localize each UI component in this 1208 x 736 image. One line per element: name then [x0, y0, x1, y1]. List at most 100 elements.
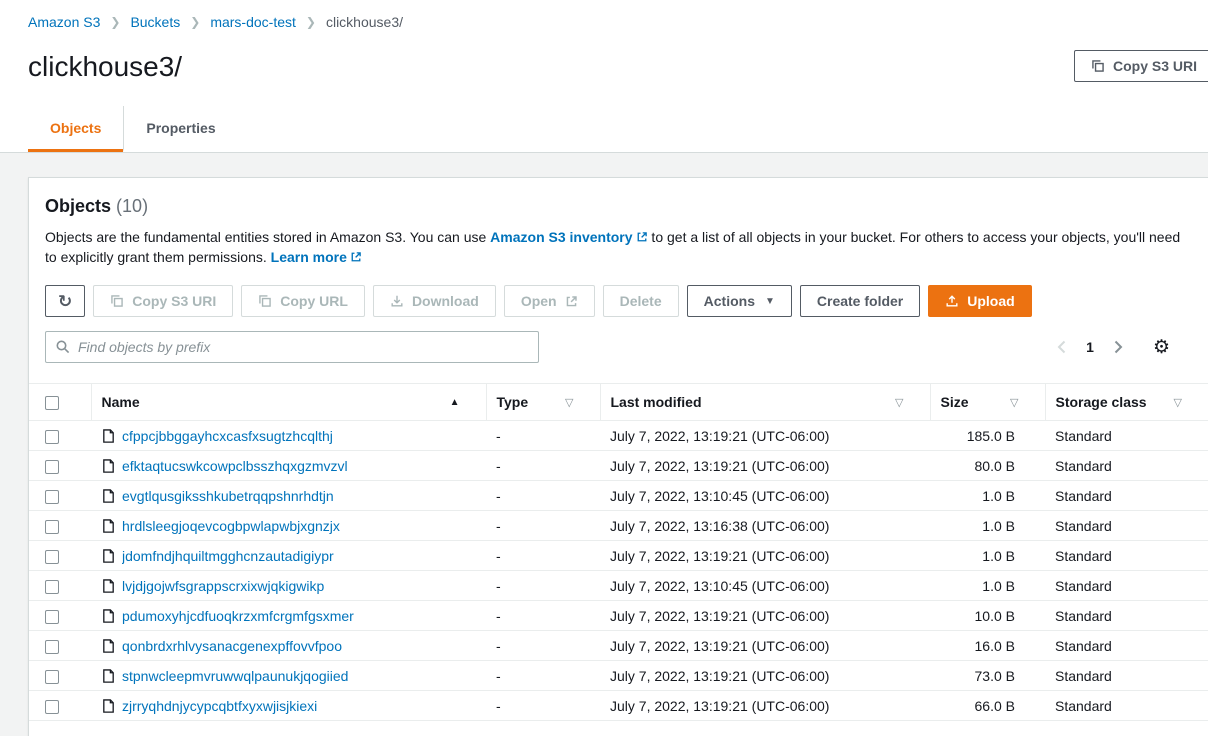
copy-url-button[interactable]: Copy URL	[241, 285, 365, 317]
object-name-link[interactable]: efktaqtucswkcowpclbsszhqxgzmvzvl	[122, 458, 348, 474]
object-storage-class: Standard	[1045, 661, 1208, 691]
copy-icon	[1091, 59, 1105, 73]
tab-properties[interactable]: Properties	[123, 106, 237, 152]
object-name-link[interactable]: pdumoxyhjcdfuoqkrzxmfcrgmfgsxmer	[122, 608, 354, 624]
row-checkbox[interactable]	[45, 460, 59, 474]
amazon-s3-inventory-link[interactable]: Amazon S3 inventory	[490, 229, 647, 245]
objects-count: (10)	[116, 196, 148, 216]
object-storage-class: Standard	[1045, 541, 1208, 571]
create-folder-button[interactable]: Create folder	[800, 285, 920, 317]
file-icon	[101, 638, 116, 654]
sort-icon: ▽	[1174, 396, 1182, 409]
next-page-button[interactable]	[1112, 338, 1125, 356]
file-icon	[101, 548, 116, 564]
column-header-last-modified[interactable]: Last modified▽	[600, 384, 930, 421]
tab-objects[interactable]: Objects	[28, 106, 123, 152]
learn-more-link[interactable]: Learn more	[271, 249, 362, 265]
breadcrumb-current: clickhouse3/	[326, 14, 403, 30]
object-last-modified: July 7, 2022, 13:19:21 (UTC-06:00)	[600, 451, 930, 481]
select-all-checkbox[interactable]	[45, 396, 59, 410]
table-row: pdumoxyhjcdfuoqkrzxmfcrgmfgsxmer - July …	[29, 601, 1208, 631]
content-area: Objects (10) Objects are the fundamental…	[0, 153, 1208, 736]
object-storage-class: Standard	[1045, 451, 1208, 481]
chevron-right-icon: ❯	[306, 15, 316, 29]
column-header-size[interactable]: Size▽	[930, 384, 1045, 421]
column-header-type[interactable]: Type▽	[486, 384, 600, 421]
object-name-link[interactable]: cfppcjbbggayhcxcasfxsugtzhcqlthj	[122, 428, 333, 444]
copy-icon	[258, 294, 272, 308]
file-icon	[101, 578, 116, 594]
row-checkbox[interactable]	[45, 640, 59, 654]
file-icon	[101, 518, 116, 534]
pagination: 1 ⚙	[1055, 336, 1192, 359]
object-storage-class: Standard	[1045, 511, 1208, 541]
objects-table: Name▲ Type▽ Last modified▽ Size▽ Storage…	[29, 383, 1208, 721]
previous-page-button[interactable]	[1055, 338, 1068, 356]
table-row: qonbrdxrhlvysanacgenexpffovvfpoo - July …	[29, 631, 1208, 661]
object-name-link[interactable]: lvjdjgojwfsgrappscrxixwjqkigwikp	[122, 578, 324, 594]
column-header-storage-class[interactable]: Storage class▽	[1045, 384, 1208, 421]
external-link-icon	[636, 231, 648, 243]
object-type: -	[486, 541, 600, 571]
object-size: 1.0 B	[930, 571, 1045, 601]
download-button[interactable]: Download	[373, 285, 496, 317]
object-name-link[interactable]: qonbrdxrhlvysanacgenexpffovvfpoo	[122, 638, 342, 654]
refresh-button[interactable]: ↻	[45, 285, 85, 317]
row-checkbox[interactable]	[45, 550, 59, 564]
object-type: -	[486, 481, 600, 511]
object-type: -	[486, 661, 600, 691]
object-last-modified: July 7, 2022, 13:10:45 (UTC-06:00)	[600, 571, 930, 601]
object-name-link[interactable]: hrdlsleegjoqevcogbpwlapwbjxgnzjx	[122, 518, 340, 534]
table-row: cfppcjbbggayhcxcasfxsugtzhcqlthj - July …	[29, 421, 1208, 451]
table-header-row: Name▲ Type▽ Last modified▽ Size▽ Storage…	[29, 384, 1208, 421]
object-size: 1.0 B	[930, 481, 1045, 511]
breadcrumb-buckets[interactable]: Buckets	[130, 14, 180, 30]
object-name-link[interactable]: zjrryqhdnjycypcqbtfxyxwjisjkiexi	[122, 698, 317, 714]
copy-s3-uri-button[interactable]: Copy S3 URI	[93, 285, 233, 317]
row-checkbox[interactable]	[45, 580, 59, 594]
file-icon	[101, 488, 116, 504]
copy-icon	[110, 294, 124, 308]
object-name-link[interactable]: evgtlqusgiksshkubetrqqpshnrhdtjn	[122, 488, 334, 504]
table-row: jdomfndjhquiltmgghcnzautadigiypr - July …	[29, 541, 1208, 571]
objects-heading: Objects (10)	[45, 196, 1192, 217]
breadcrumb-amazon-s3[interactable]: Amazon S3	[28, 14, 100, 30]
breadcrumb: Amazon S3 ❯ Buckets ❯ mars-doc-test ❯ cl…	[0, 0, 1208, 30]
copy-s3-uri-header-button[interactable]: Copy S3 URI	[1074, 50, 1208, 82]
row-checkbox[interactable]	[45, 700, 59, 714]
objects-table-body: cfppcjbbggayhcxcasfxsugtzhcqlthj - July …	[29, 421, 1208, 721]
object-storage-class: Standard	[1045, 571, 1208, 601]
object-name-link[interactable]: stpnwcleepmvruwwqlpaunukjqogiied	[122, 668, 348, 684]
open-button[interactable]: Open	[504, 285, 595, 317]
object-size: 1.0 B	[930, 541, 1045, 571]
object-name-link[interactable]: jdomfndjhquiltmgghcnzautadigiypr	[122, 548, 334, 564]
upload-button[interactable]: Upload	[928, 285, 1031, 317]
table-row: lvjdjgojwfsgrappscrxixwjqkigwikp - July …	[29, 571, 1208, 601]
find-objects-input[interactable]	[45, 331, 539, 363]
column-header-name[interactable]: Name▲	[91, 384, 486, 421]
object-type: -	[486, 601, 600, 631]
delete-button[interactable]: Delete	[603, 285, 679, 317]
actions-dropdown-button[interactable]: Actions ▼	[687, 285, 792, 317]
preferences-gear-icon[interactable]: ⚙	[1153, 336, 1170, 359]
chevron-right-icon: ❯	[110, 15, 120, 29]
object-last-modified: July 7, 2022, 13:10:45 (UTC-06:00)	[600, 481, 930, 511]
object-type: -	[486, 571, 600, 601]
row-checkbox[interactable]	[45, 520, 59, 534]
object-size: 1.0 B	[930, 511, 1045, 541]
objects-toolbar: ↻ Copy S3 URI Copy URL Download Open	[45, 285, 1192, 317]
current-page-number: 1	[1086, 339, 1094, 355]
object-storage-class: Standard	[1045, 481, 1208, 511]
table-row: stpnwcleepmvruwwqlpaunukjqogiied - July …	[29, 661, 1208, 691]
row-checkbox[interactable]	[45, 430, 59, 444]
object-last-modified: July 7, 2022, 13:19:21 (UTC-06:00)	[600, 691, 930, 721]
objects-panel: Objects (10) Objects are the fundamental…	[28, 177, 1208, 736]
row-checkbox[interactable]	[45, 490, 59, 504]
page-header: clickhouse3/ Copy S3 URI	[0, 30, 1208, 84]
table-row: efktaqtucswkcowpclbsszhqxgzmvzvl - July …	[29, 451, 1208, 481]
row-checkbox[interactable]	[45, 610, 59, 624]
table-row: evgtlqusgiksshkubetrqqpshnrhdtjn - July …	[29, 481, 1208, 511]
sort-icon: ▽	[895, 396, 903, 409]
breadcrumb-bucket[interactable]: mars-doc-test	[210, 14, 296, 30]
row-checkbox[interactable]	[45, 670, 59, 684]
